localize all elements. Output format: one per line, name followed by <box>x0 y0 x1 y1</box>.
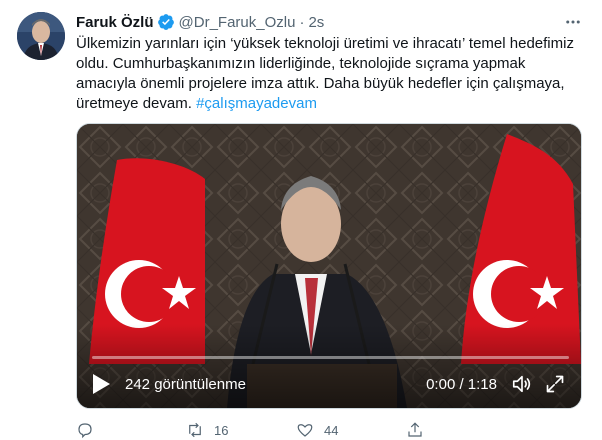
ellipsis-icon <box>566 20 580 24</box>
tweet-header: Faruk Özlü @Dr_Faruk_Ozlu · 2s <box>76 12 324 32</box>
tweet-text-line: oldu. Cumhurbaşkanımızın liderliğinde, t… <box>76 55 526 72</box>
tweet-text-line: Ülkemizin yarınları için ‘yüksek teknolo… <box>76 35 574 52</box>
like-button[interactable]: 44 <box>296 420 406 440</box>
play-icon[interactable] <box>91 373 111 395</box>
retweet-icon <box>189 422 201 438</box>
video-controls: 242 görüntülenme 0:00 / 1:18 <box>77 369 581 399</box>
avatar[interactable] <box>17 12 65 60</box>
reply-icon <box>78 423 92 439</box>
video-thumbnail <box>77 124 581 408</box>
video-timecode: 0:00 / 1:18 <box>426 375 497 393</box>
video-progress-bar[interactable] <box>92 356 569 359</box>
share-button[interactable] <box>406 420 516 440</box>
more-options-icon[interactable] <box>562 12 584 32</box>
tweet-card[interactable]: Faruk Özlü @Dr_Faruk_Ozlu · 2s Ülkemizin… <box>0 0 602 439</box>
volume-icon[interactable] <box>511 373 533 395</box>
retweet-count: 16 <box>214 422 229 438</box>
tweet-text-fragment: üretmeye devam. <box>76 95 197 112</box>
view-count: 242 görüntülenme <box>125 375 246 393</box>
heart-icon <box>297 424 313 437</box>
hashtag-link[interactable]: #çalışmayadevam <box>196 95 317 112</box>
separator-dot: · <box>299 13 305 31</box>
tweet-text-line: amacıyla önemli projelere imza attık. Da… <box>76 75 565 92</box>
video-player[interactable]: 242 görüntülenme 0:00 / 1:18 <box>76 123 582 409</box>
tweet-text-last-line: üretmeye devam. #çalışmayadevam <box>76 94 586 114</box>
like-count: 44 <box>324 422 339 438</box>
share-icon <box>408 422 422 437</box>
retweet-button[interactable]: 16 <box>186 420 296 440</box>
tweet-time[interactable]: 2s <box>308 14 324 31</box>
avatar-image <box>17 12 65 60</box>
author-handle[interactable]: @Dr_Faruk_Ozlu <box>179 14 296 31</box>
fullscreen-icon[interactable] <box>545 374 565 394</box>
reply-button[interactable] <box>76 420 186 440</box>
author-name[interactable]: Faruk Özlü <box>76 14 154 31</box>
tweet-text: Ülkemizin yarınları için ‘yüksek teknolo… <box>76 34 586 114</box>
tweet-actions: 16 44 <box>76 420 516 440</box>
verified-badge-icon <box>157 14 174 30</box>
